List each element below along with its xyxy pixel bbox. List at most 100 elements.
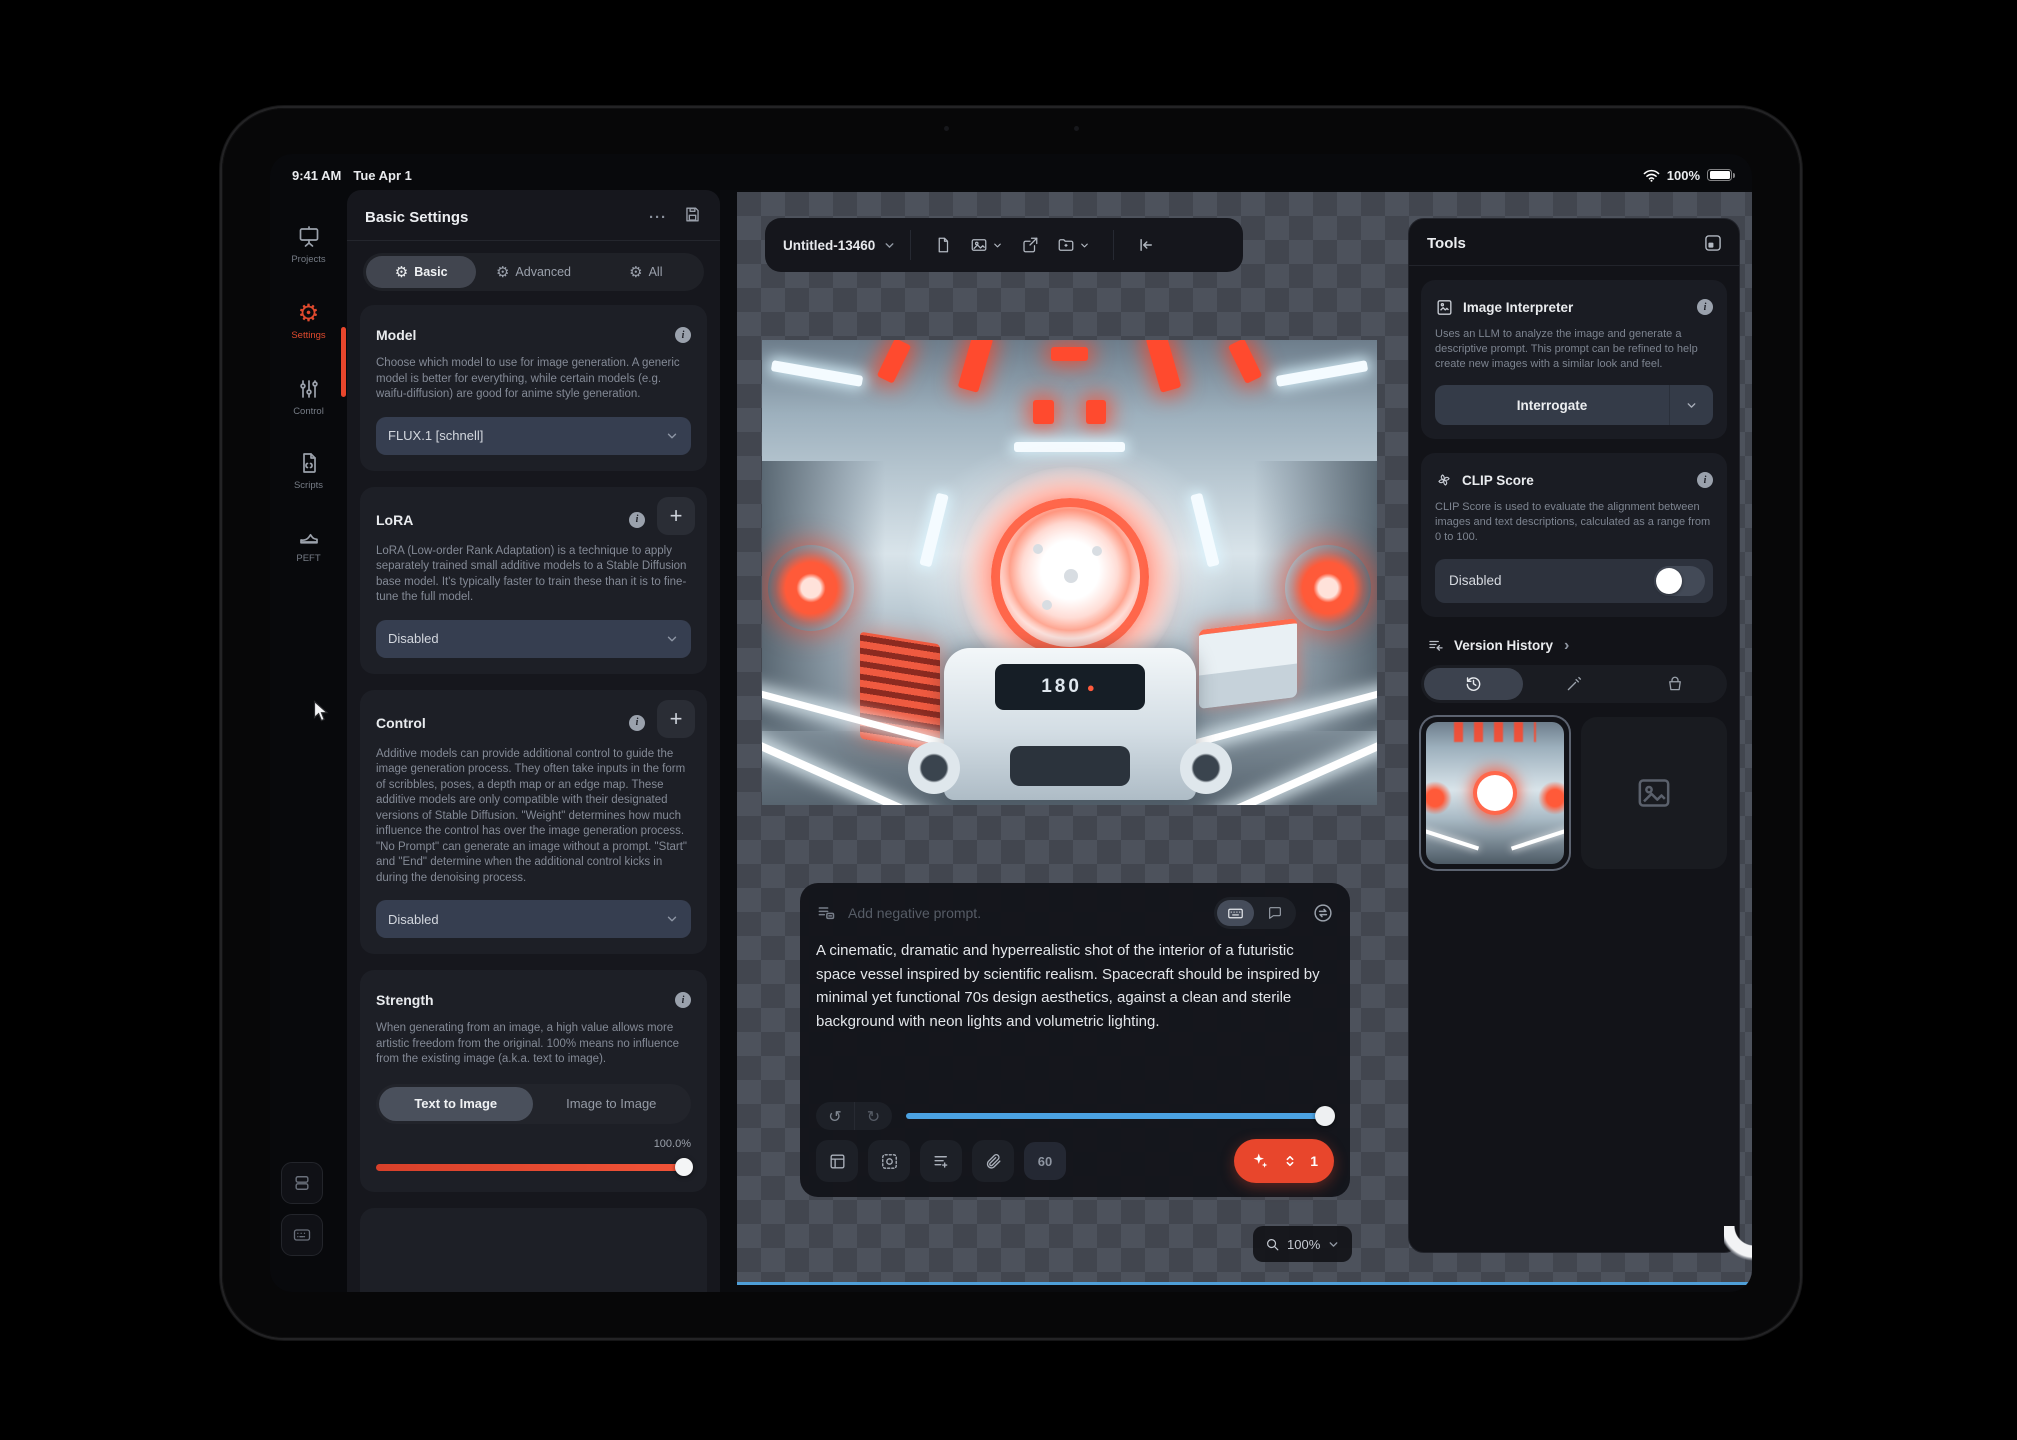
mode-text-to-image[interactable]: Text to Image <box>379 1087 533 1121</box>
control-description: Additive models can provide additional c… <box>376 747 691 887</box>
info-icon[interactable]: i <box>629 512 645 528</box>
redo-button[interactable]: ↻ <box>854 1102 892 1130</box>
settings-scroll-area[interactable]: Model i Choose which model to use for im… <box>347 305 720 1292</box>
insert-image-button[interactable] <box>961 236 1012 254</box>
more-options-icon[interactable]: ··· <box>649 209 667 226</box>
batch-count: 1 <box>1310 1153 1318 1169</box>
divider <box>1409 265 1739 266</box>
panels-toggle-button[interactable] <box>281 1162 323 1204</box>
lora-dropdown[interactable]: Disabled <box>376 620 691 658</box>
keyboard-mode-icon[interactable] <box>1217 900 1254 926</box>
negative-prompt-input[interactable]: Add negative prompt. <box>848 905 1202 921</box>
model-dropdown[interactable]: FLUX.1 [schnell] <box>376 417 691 455</box>
interrogate-button[interactable]: Interrogate <box>1435 385 1713 425</box>
clock-time: 9:41 AM <box>292 168 341 183</box>
sidebar-item-control[interactable]: Control <box>270 376 347 438</box>
undo-button[interactable]: ↺ <box>816 1102 854 1130</box>
toggle-knob <box>1656 568 1682 594</box>
chevron-down-icon <box>665 632 679 646</box>
swap-icon[interactable] <box>1312 902 1334 924</box>
slider-knob[interactable] <box>1315 1106 1335 1126</box>
mixer-icon <box>297 376 321 402</box>
strength-slider[interactable] <box>376 1158 691 1176</box>
sidebar-item-peft[interactable]: PEFT <box>270 523 347 585</box>
gear-icon: ⚙ <box>629 265 642 280</box>
canvas-scroll-indicator[interactable] <box>737 1282 1752 1285</box>
panel-toggle-icon[interactable] <box>1703 233 1723 253</box>
info-icon[interactable]: i <box>675 327 691 343</box>
ipad-device: 9:41 AM Tue Apr 1 100% <box>222 108 1800 1338</box>
battery-icon <box>1707 169 1732 182</box>
exports-filter-button[interactable] <box>1625 668 1724 700</box>
image-placeholder-icon <box>1634 773 1674 813</box>
steps-value[interactable]: 60 <box>1024 1142 1066 1180</box>
canvas-size-button[interactable] <box>816 1140 858 1182</box>
prompt-text[interactable]: A cinematic, dramatic and hyperrealistic… <box>816 939 1321 1033</box>
shoe-icon <box>297 523 321 549</box>
add-control-button[interactable]: + <box>657 700 695 738</box>
chevron-down-icon <box>665 429 679 443</box>
magnifier-icon <box>1265 1237 1280 1252</box>
generated-image-canvas[interactable]: 180● <box>762 340 1377 805</box>
clip-score-toggle-row: Disabled <box>1435 559 1713 603</box>
keyboard-shortcuts-button[interactable] <box>281 1214 323 1256</box>
save-preset-icon[interactable] <box>683 205 702 229</box>
info-icon[interactable]: i <box>1697 472 1713 488</box>
wifi-icon <box>1643 169 1660 182</box>
chevron-down-icon <box>1079 240 1090 251</box>
console-artwork: 180● <box>944 648 1196 800</box>
version-history-header[interactable]: Version History › <box>1409 631 1739 665</box>
sidebar-item-projects[interactable]: Projects <box>270 224 347 286</box>
history-filter-button[interactable] <box>1424 668 1523 700</box>
version-thumbnail-current[interactable] <box>1421 717 1569 869</box>
tab-all[interactable]: ⚙ All <box>591 256 701 288</box>
undo-redo-group: ↺ ↻ <box>816 1102 892 1130</box>
slider-track <box>376 1164 691 1171</box>
clip-score-description: CLIP Score is used to evaluate the align… <box>1435 500 1713 544</box>
mode-image-to-image[interactable]: Image to Image <box>535 1087 689 1121</box>
collapse-panel-icon[interactable] <box>1128 236 1164 254</box>
project-folder-button[interactable] <box>1048 236 1099 254</box>
prompt-queue-button[interactable] <box>920 1140 962 1182</box>
page-curl-affordance[interactable] <box>1724 1226 1752 1266</box>
info-icon[interactable]: i <box>675 992 691 1008</box>
settings-panel-title: Basic Settings <box>365 209 468 226</box>
generation-settings-button[interactable] <box>868 1140 910 1182</box>
app-screen: 9:41 AM Tue Apr 1 100% <box>270 154 1752 1292</box>
interrogate-options-chevron[interactable] <box>1669 385 1713 425</box>
sidebar-item-settings[interactable]: ⚙ Settings <box>270 300 347 362</box>
slider-knob[interactable] <box>675 1158 693 1176</box>
attachment-icon[interactable] <box>972 1140 1014 1182</box>
clip-score-icon <box>1435 471 1453 489</box>
sidebar-item-label: Control <box>293 406 324 417</box>
tab-advanced[interactable]: ⚙ Advanced <box>478 256 588 288</box>
new-document-button[interactable] <box>925 236 961 254</box>
info-icon[interactable]: i <box>1697 299 1713 315</box>
sidebar-item-label: Settings <box>291 330 325 341</box>
sparkle-icon <box>1250 1151 1270 1171</box>
generate-button[interactable]: 1 <box>1234 1139 1334 1183</box>
basket-icon <box>1666 675 1684 693</box>
sidebar-item-scripts[interactable]: Scripts <box>270 450 347 512</box>
clip-score-toggle[interactable] <box>1654 566 1705 596</box>
zoom-control[interactable]: 100% <box>1253 1226 1352 1262</box>
chevron-down-icon[interactable] <box>883 239 896 252</box>
add-lora-button[interactable]: + <box>657 497 695 535</box>
control-title: Control <box>376 715 426 731</box>
edits-filter-button[interactable] <box>1525 668 1624 700</box>
tab-basic[interactable]: ⚙ Basic <box>366 256 476 288</box>
clip-score-title: CLIP Score <box>1462 473 1534 488</box>
next-settings-card-partial <box>360 1208 707 1293</box>
document-title[interactable]: Untitled-13460 <box>783 238 875 253</box>
info-icon[interactable]: i <box>629 715 645 731</box>
tools-panel: Tools Image Interpreter i Uses an LLM to… <box>1408 218 1740 1253</box>
chevron-down-icon <box>992 240 1003 251</box>
settings-tabs: ⚙ Basic ⚙ Advanced ⚙ All <box>363 253 704 291</box>
history-slider[interactable] <box>906 1106 1334 1126</box>
share-export-button[interactable] <box>1012 236 1048 254</box>
version-thumbnail-placeholder[interactable] <box>1581 717 1727 869</box>
version-history-title: Version History <box>1454 638 1553 653</box>
chevron-down-icon <box>665 912 679 926</box>
control-dropdown[interactable]: Disabled <box>376 900 691 938</box>
chat-mode-icon[interactable] <box>1256 900 1293 926</box>
